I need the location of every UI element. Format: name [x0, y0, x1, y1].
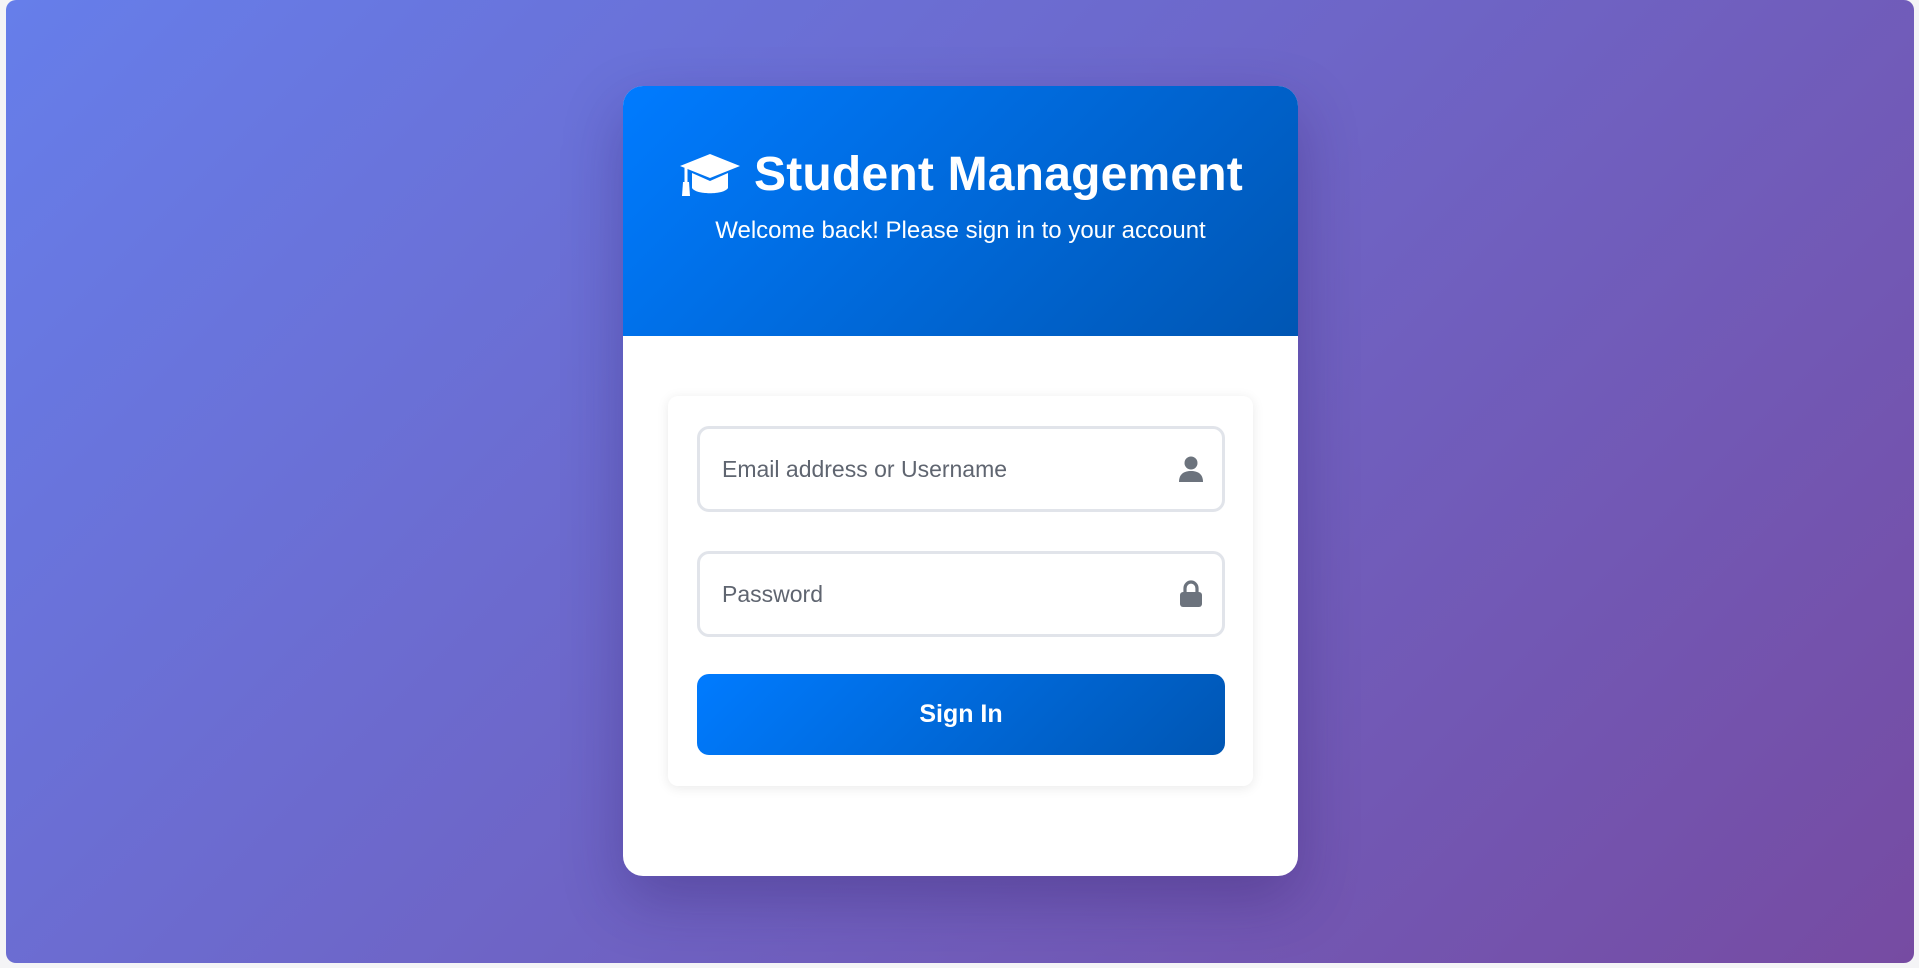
password-field-wrapper — [697, 551, 1225, 637]
page-subtitle: Welcome back! Please sign in to your acc… — [715, 217, 1206, 244]
login-card: Student Management Welcome back! Please … — [623, 86, 1298, 876]
user-icon — [1179, 456, 1203, 482]
login-header: Student Management Welcome back! Please … — [623, 86, 1298, 336]
password-input[interactable] — [700, 554, 1222, 634]
login-form: Sign In — [668, 396, 1253, 786]
sign-in-button[interactable]: Sign In — [697, 674, 1225, 755]
page-title: Student Management — [754, 148, 1243, 201]
page-background: Student Management Welcome back! Please … — [6, 0, 1914, 963]
title-row: Student Management — [623, 146, 1298, 204]
username-field-wrapper — [697, 426, 1225, 512]
lock-icon — [1180, 580, 1202, 607]
username-input[interactable] — [700, 429, 1222, 509]
graduation-cap-icon — [680, 154, 741, 196]
